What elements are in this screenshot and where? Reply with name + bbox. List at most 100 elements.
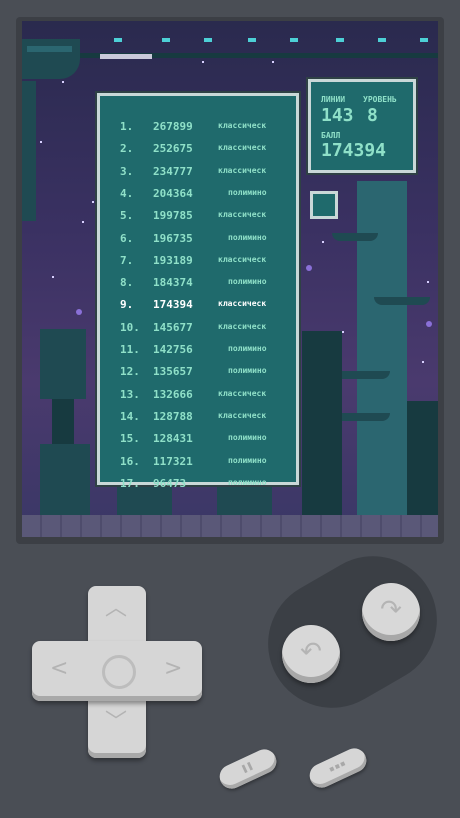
leaderboard-score: 184374 <box>153 276 193 290</box>
star <box>52 276 54 278</box>
leaderboard-mode: классическ <box>218 410 267 420</box>
level-value: 8 <box>367 105 378 126</box>
leaderboard-panel: 1. 267899 классическ 2. 252675 классическ 3. 23… <box>97 93 299 490</box>
leaderboard-row: 13. 132666 классическ <box>100 388 296 404</box>
leaderboard-mode: полимино <box>228 433 267 443</box>
star <box>202 61 204 63</box>
leaderboard-row: 10. 145677 классическ <box>100 321 296 337</box>
leaderboard-score: 196735 <box>153 231 193 245</box>
leaderboard-score: 234777 <box>153 164 193 178</box>
star <box>422 361 424 363</box>
pause-icon: ❚❚ <box>239 760 256 776</box>
leaderboard-mode: классическ <box>218 143 267 153</box>
dpad-center <box>102 655 136 689</box>
leaderboard-rank: 7. <box>120 253 134 267</box>
leaderboard-mode: полимино <box>228 455 267 465</box>
star <box>40 141 42 143</box>
leaderboard-row: 12. 135657 полимино <box>100 365 296 381</box>
menu-dots-icon: ▪▪▪ <box>326 757 348 776</box>
floor <box>22 515 438 537</box>
leaderboard-rank: 6. <box>120 231 134 245</box>
lamp <box>114 38 122 42</box>
leaderboard-score: 142756 <box>153 343 193 356</box>
rotate-cw-icon: ↷ <box>380 595 402 625</box>
leaderboard-mode: полимино <box>228 187 267 197</box>
leaderboard-row: 4. 204364 полимино <box>100 187 296 203</box>
leaderboard-rank: 8. <box>120 276 134 290</box>
leaderboard-row: 7. 193189 классическ <box>100 254 296 270</box>
leaderboard-score: 204364 <box>153 186 193 200</box>
leaderboard-rank: 12. <box>120 365 140 379</box>
chevron-left-icon[interactable]: < <box>50 658 68 680</box>
leaderboard-mode: полимино <box>228 366 267 376</box>
lamp <box>248 38 256 42</box>
leaderboard-score: 128788 <box>153 409 193 423</box>
tower-platform <box>374 297 430 305</box>
lines-label: ЛИНИИ <box>321 95 346 104</box>
leaderboard-score: 117321 <box>153 454 193 468</box>
leaderboard-score: 132666 <box>153 387 193 401</box>
star <box>427 281 429 283</box>
left-base <box>40 444 90 519</box>
star <box>92 201 94 203</box>
leaderboard-row: 15. 128431 полимино <box>100 432 296 448</box>
leaderboard-rank: 14. <box>120 409 140 423</box>
leaderboard-rank: 2. <box>120 142 134 156</box>
leaderboard-mode: классическ <box>218 299 267 309</box>
lamp <box>162 38 170 42</box>
leaderboard-score: 267899 <box>153 120 193 133</box>
rotate-cw-button[interactable]: ↷ <box>362 583 420 641</box>
leaderboard-row: 3. 234777 классическ <box>100 165 296 181</box>
star <box>62 81 64 83</box>
leaderboard-row: 14. 128788 классическ <box>100 410 296 426</box>
menu-button[interactable]: ▪▪▪ <box>305 744 371 792</box>
leaderboard-rank: 13. <box>120 387 140 401</box>
planet <box>306 265 312 271</box>
leaderboard-rank: 9. <box>120 298 134 312</box>
level-label: УРОВЕНЬ <box>363 95 397 104</box>
leaderboard-row: 6. 196735 полимино <box>100 232 296 248</box>
leaderboard-rank: 15. <box>120 432 140 446</box>
leaderboard-mode: классическ <box>218 210 267 220</box>
chevron-right-icon[interactable]: > <box>164 658 182 680</box>
lamp <box>420 38 428 42</box>
tower-platform <box>332 233 378 241</box>
leaderboard-score: 145677 <box>153 320 193 334</box>
tower-platform <box>334 413 390 421</box>
leaderboard-row: 8. 184374 полимино <box>100 276 296 292</box>
pause-button[interactable]: ❚❚ <box>215 745 281 793</box>
star <box>322 241 324 243</box>
leaderboard-rank: 4. <box>120 186 134 200</box>
leaderboard-mode: классическ <box>218 321 267 331</box>
leaderboard-score: 135657 <box>153 365 193 379</box>
lines-value: 143 <box>321 105 354 126</box>
leaderboard-score: 174394 <box>153 298 193 312</box>
leaderboard-row: 9. 174394 классическ <box>100 298 296 314</box>
rotate-ccw-icon: ↶ <box>300 637 322 667</box>
planet <box>76 309 82 315</box>
leaderboard-rank: 17. <box>120 476 140 490</box>
right-building <box>302 331 342 537</box>
tower-platform <box>334 371 390 379</box>
star <box>342 331 344 333</box>
leaderboard-mode: классическ <box>218 165 267 175</box>
leaderboard-mode: полимино <box>228 477 267 487</box>
left-pillar <box>52 399 74 444</box>
chevron-down-icon[interactable]: ﹀ <box>105 712 127 734</box>
station-window <box>27 46 72 52</box>
rotate-ccw-button[interactable]: ↶ <box>282 625 340 683</box>
leaderboard-mode: полимино <box>228 232 267 242</box>
leaderboard-mode: классическ <box>218 254 267 264</box>
leaderboard-row: 11. 142756 полимино <box>100 343 296 359</box>
left-building <box>40 329 86 399</box>
game-screen: 1. 267899 классическ 2. 252675 классическ 3. 23… <box>22 21 438 537</box>
train <box>100 54 152 59</box>
leaderboard-rank: 5. <box>120 209 134 223</box>
leaderboard-mode: классическ <box>218 121 267 130</box>
leaderboard-score: 252675 <box>153 142 193 156</box>
leaderboard-mode: полимино <box>228 277 267 287</box>
leaderboard-row: 16. 117321 полимино <box>100 455 296 471</box>
lamp <box>290 38 298 42</box>
score-label: БАЛЛ <box>321 131 341 140</box>
chevron-up-icon[interactable]: ︿ <box>105 598 127 620</box>
